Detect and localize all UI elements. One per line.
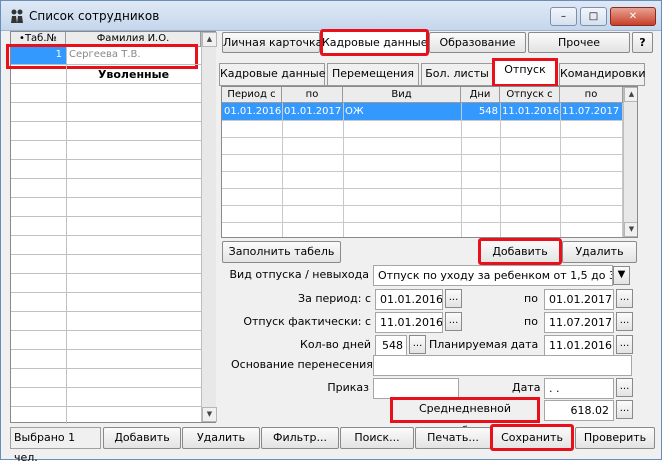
minimize-icon: – (561, 11, 566, 22)
tab-vacation[interactable]: Отпуск (492, 58, 558, 87)
close-button[interactable]: ✕ (610, 7, 656, 26)
order-field[interactable] (373, 378, 459, 399)
actual-from-field[interactable]: 11.01.2016 (375, 312, 443, 333)
days-label: Кол-во дней (300, 338, 371, 351)
print-button[interactable]: Печать... (415, 427, 491, 449)
title-bar[interactable]: Список сотрудников – □ ✕ (1, 1, 661, 31)
check-button[interactable]: Проверить (575, 427, 655, 449)
actual-to-picker-button[interactable]: ... (616, 312, 633, 331)
tab-education[interactable]: Образование (429, 32, 526, 53)
tab-hr-data[interactable]: Кадровые данные (320, 29, 429, 56)
search-button[interactable]: Поиск... (340, 427, 414, 449)
avg-salary-label: Среднедневной заработок (390, 397, 540, 437)
people-icon (11, 9, 23, 23)
vacation-scrollbar[interactable]: ▲ ▼ (623, 87, 637, 237)
period-to-label: по (524, 292, 538, 305)
tab-other[interactable]: Прочее (528, 32, 630, 53)
planned-date-field[interactable]: 11.01.2016 (544, 335, 614, 356)
minimize-button[interactable]: – (550, 7, 577, 26)
period-to-field[interactable]: 01.01.2017 (544, 289, 614, 310)
vacation-kind-select[interactable]: Отпуск по уходу за ребенком от 1,5 до 3 … (373, 265, 613, 286)
scroll-up-icon[interactable]: ▲ (624, 87, 637, 102)
tab-transfers[interactable]: Перемещения (327, 63, 419, 85)
tab-business-trips[interactable]: Командировки (559, 63, 646, 85)
maximize-button[interactable]: □ (580, 7, 607, 26)
add-employee-button[interactable]: Добавить (103, 427, 181, 449)
fill-timesheet-button[interactable]: Заполнить табель (222, 241, 341, 263)
actual-to-label: по (524, 315, 538, 328)
help-button[interactable]: ? (632, 32, 653, 53)
reason-label: Основание перенесения (231, 358, 373, 371)
planned-date-label: Планируемая дата (429, 338, 539, 351)
period-from-picker-button[interactable]: ... (445, 289, 462, 308)
date-picker-button[interactable]: ... (616, 378, 633, 397)
period-to-picker-button[interactable]: ... (616, 289, 633, 308)
actual-to-field[interactable]: 11.07.2017 (544, 312, 614, 333)
days-field[interactable]: 548 (375, 335, 407, 356)
delete-employee-button[interactable]: Удалить (182, 427, 260, 449)
close-icon: ✕ (628, 11, 638, 22)
scroll-up-icon[interactable]: ▲ (202, 32, 217, 47)
date-label: Дата (512, 381, 541, 394)
employee-list-window: Список сотрудников – □ ✕ •Таб.№ Фамилия … (0, 0, 662, 464)
status-text: Выбрано 1 чел. (10, 427, 101, 464)
vacation-kind-label: Вид отпуска / невыхода (229, 268, 369, 281)
vacation-table[interactable]: Период с по Вид Дни Отпуск с по 01.01.20… (221, 86, 638, 238)
filter-button[interactable]: Фильтр... (261, 427, 339, 449)
actual-from-picker-button[interactable]: ... (445, 312, 462, 331)
scroll-down-icon[interactable]: ▼ (624, 222, 637, 237)
window-title: Список сотрудников (29, 9, 160, 23)
vacation-grid-lines (222, 103, 623, 237)
add-vacation-button[interactable]: Добавить (478, 238, 562, 265)
employee-table[interactable]: •Таб.№ Фамилия И.О. 1 Сергеева Т.В. Увол… (6, 31, 217, 424)
chevron-down-icon[interactable]: ▼ (613, 266, 630, 285)
delete-vacation-button[interactable]: Удалить (562, 241, 637, 263)
tab-personal-card[interactable]: Личная карточка (222, 32, 322, 53)
planned-date-picker-button[interactable]: ... (616, 335, 633, 354)
save-button[interactable]: Сохранить (490, 424, 574, 451)
order-label: Приказ (327, 381, 369, 394)
maximize-icon: □ (588, 11, 599, 22)
period-from-label: За период: с (298, 292, 371, 305)
employee-scrollbar[interactable]: ▲ ▼ (201, 32, 217, 422)
employee-grid-lines (11, 47, 201, 424)
actual-from-label: Отпуск фактически: с (243, 315, 371, 328)
days-picker-button[interactable]: ... (409, 335, 426, 354)
avg-salary-picker-button[interactable]: ... (616, 400, 633, 419)
reason-field[interactable] (373, 355, 632, 376)
scroll-down-icon[interactable]: ▼ (202, 407, 217, 422)
date-field[interactable]: . . (544, 378, 614, 399)
avg-salary-field[interactable]: 618.02 (544, 400, 614, 421)
tab-sick-leaves[interactable]: Бол. листы (421, 63, 493, 85)
tab-hr-data-sub[interactable]: Кадровые данные (219, 63, 325, 85)
period-from-field[interactable]: 01.01.2016 (375, 289, 443, 310)
